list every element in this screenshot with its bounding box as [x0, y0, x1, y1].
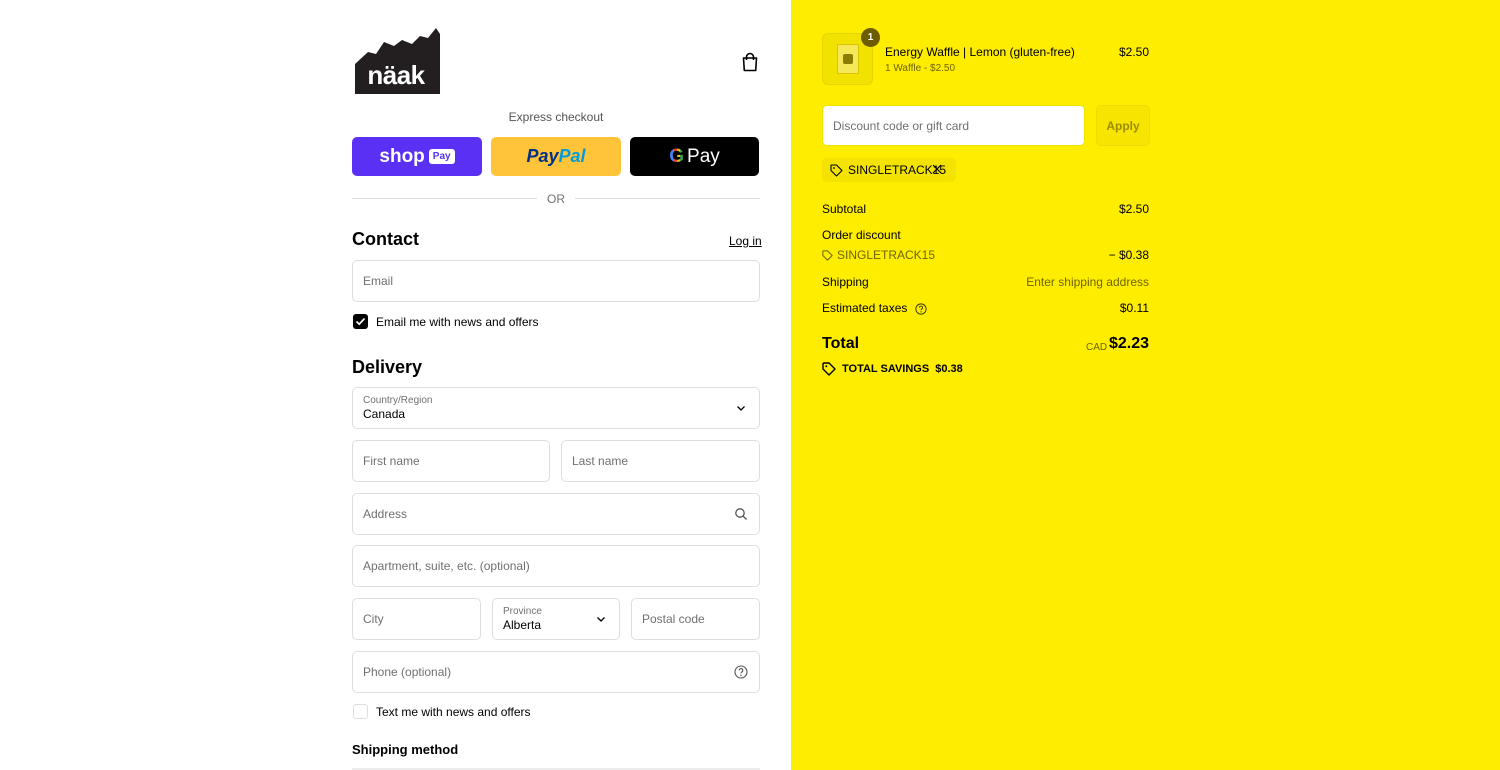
- shop-pay-label: shop: [379, 145, 425, 167]
- total-currency: CAD: [1086, 342, 1108, 353]
- apply-discount-button[interactable]: Apply: [1096, 105, 1150, 146]
- country-value: Canada: [363, 406, 406, 421]
- text-news-checkbox[interactable]: [353, 704, 368, 719]
- phone-placeholder: Phone (optional): [363, 665, 452, 679]
- or-divider-left: [352, 198, 537, 199]
- city-field[interactable]: City: [352, 598, 481, 640]
- product-name: Energy Waffle | Lemon (gluten-free): [885, 45, 1075, 59]
- first-name-placeholder: First name: [363, 454, 420, 468]
- country-select[interactable]: Country/Region Canada: [352, 387, 760, 429]
- estimated-taxes-row: Estimated taxes: [822, 301, 927, 315]
- tag-icon: [830, 163, 843, 177]
- paypal-label-part1: Pay: [526, 146, 559, 166]
- paypal-label-part2: Pal: [558, 146, 586, 166]
- province-label: Province: [503, 605, 542, 617]
- total-savings-value: $0.38: [935, 363, 963, 375]
- last-name-placeholder: Last name: [572, 454, 629, 468]
- close-icon[interactable]: [931, 163, 943, 175]
- order-discount-label: Order discount: [822, 228, 901, 242]
- logo-text: näak: [367, 60, 425, 90]
- country-label: Country/Region: [363, 394, 433, 406]
- chevron-down-icon: [737, 406, 745, 411]
- quantity-badge: 1: [861, 28, 880, 47]
- google-pay-label: Pay: [687, 145, 720, 167]
- first-name-field[interactable]: First name: [352, 440, 550, 482]
- last-name-field[interactable]: Last name: [561, 440, 760, 482]
- order-discount-code-text: SINGLETRACK15: [837, 248, 936, 262]
- brand-logo[interactable]: näak: [354, 28, 440, 94]
- product-price: $2.50: [1118, 45, 1149, 59]
- text-news-label: Text me with news and offers: [376, 705, 531, 719]
- total-savings-label: TOTAL SAVINGS: [842, 363, 930, 375]
- or-divider-text: OR: [547, 192, 565, 206]
- estimated-taxes-value: $0.11: [1119, 301, 1149, 315]
- chevron-down-icon: [597, 617, 605, 622]
- tag-icon: [822, 249, 833, 261]
- shop-pay-button[interactable]: shop Pay: [352, 137, 482, 176]
- google-g-icon: G: [669, 145, 685, 167]
- total-value: $2.23: [1108, 335, 1149, 352]
- phone-field[interactable]: Phone (optional): [352, 651, 760, 693]
- shop-pay-badge: Pay: [428, 149, 455, 164]
- delivery-heading: Delivery: [352, 357, 423, 377]
- shipping-value: Enter shipping address: [1026, 275, 1149, 289]
- address-placeholder: Address: [363, 507, 408, 521]
- product-variant: 1 Waffle - $2.50: [885, 63, 956, 74]
- paypal-button[interactable]: Pay Pal: [491, 137, 621, 176]
- email-field[interactable]: Email: [352, 260, 760, 302]
- checkmark-icon: [355, 318, 366, 326]
- google-pay-button[interactable]: G Pay: [630, 137, 759, 176]
- login-link[interactable]: Log in: [729, 234, 762, 248]
- total-savings: TOTAL SAVINGS $0.38: [822, 362, 963, 376]
- province-value: Alberta: [503, 617, 542, 632]
- contact-heading: Contact: [352, 229, 419, 249]
- discount-code-placeholder: Discount code or gift card: [833, 118, 970, 133]
- province-select[interactable]: Province Alberta: [492, 598, 620, 640]
- email-placeholder: Email: [363, 274, 394, 288]
- subtotal-label: Subtotal: [822, 202, 867, 216]
- total-label: Total: [822, 335, 860, 352]
- help-circle-icon[interactable]: [734, 665, 748, 679]
- search-icon: [735, 508, 747, 520]
- order-discount-code: SINGLETRACK15: [822, 248, 935, 262]
- discount-code-input[interactable]: Discount code or gift card: [822, 105, 1085, 146]
- apartment-placeholder: Apartment, suite, etc. (optional): [363, 559, 530, 573]
- applied-discount-chip: SINGLETRACK15: [822, 158, 956, 182]
- address-field[interactable]: Address: [352, 493, 760, 535]
- shopping-bag-icon[interactable]: [741, 52, 759, 72]
- postal-code-field[interactable]: Postal code: [631, 598, 760, 640]
- estimated-taxes-label: Estimated taxes: [822, 301, 908, 315]
- help-circle-icon[interactable]: [915, 303, 927, 315]
- order-discount-value: − $0.38: [1108, 248, 1149, 262]
- shipping-method-heading: Shipping method: [352, 742, 459, 757]
- apartment-field[interactable]: Apartment, suite, etc. (optional): [352, 545, 760, 587]
- express-checkout-label: Express checkout: [508, 110, 604, 124]
- or-divider-right: [575, 198, 760, 199]
- postal-code-placeholder: Postal code: [642, 612, 705, 626]
- subtotal-value: $2.50: [1118, 202, 1149, 216]
- tag-icon: [822, 362, 836, 376]
- waffle-package-image: [836, 44, 859, 74]
- email-news-label: Email me with news and offers: [376, 315, 539, 329]
- city-placeholder: City: [363, 612, 384, 626]
- email-news-checkbox[interactable]: [353, 314, 368, 329]
- shipping-label: Shipping: [822, 275, 869, 289]
